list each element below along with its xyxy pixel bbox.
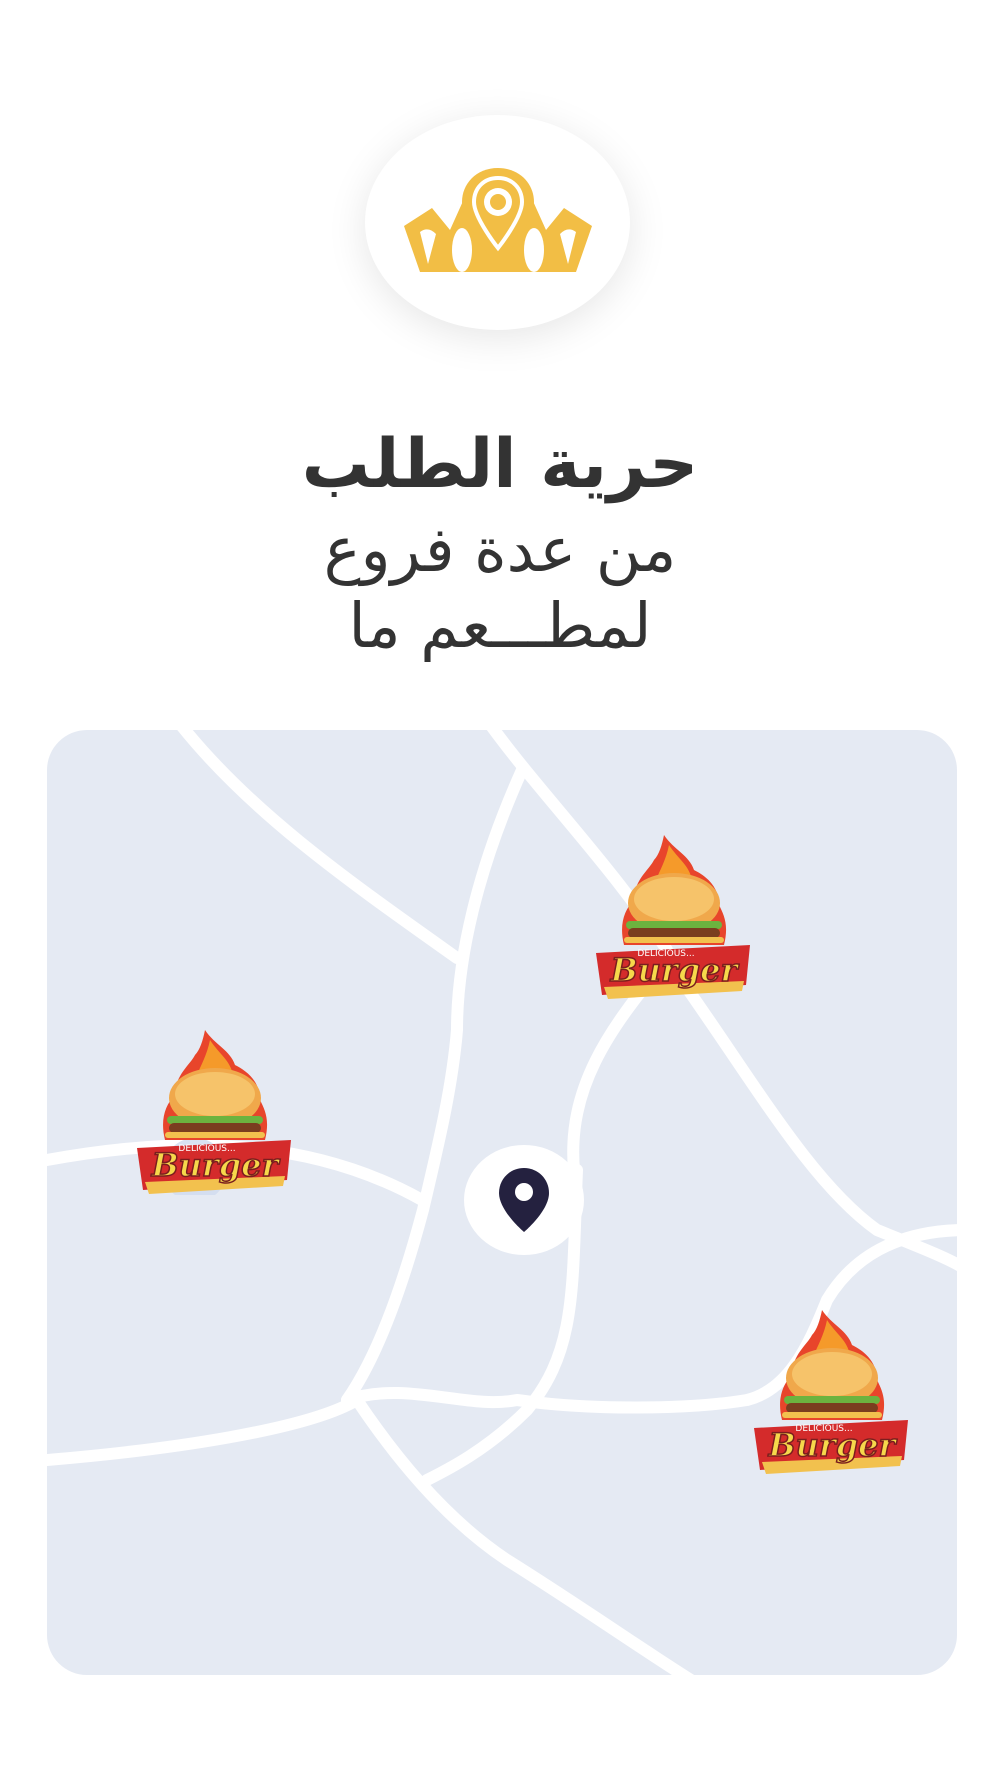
marker-brand-text: Burger — [610, 951, 740, 989]
app-logo — [365, 115, 630, 330]
branches-map[interactable]: DELICIOUS... Burger DELICIOUS... Burger — [47, 730, 957, 1675]
restaurant-marker-1[interactable]: DELICIOUS... Burger — [594, 835, 754, 1000]
marker-brand-text: Burger — [151, 1146, 281, 1184]
headline-line-2: من عدة فروع — [323, 513, 677, 586]
current-location-marker[interactable] — [464, 1145, 584, 1255]
burger-logo-icon: DELICIOUS... Burger — [596, 835, 750, 999]
crown-pin-icon — [403, 167, 592, 272]
headline-title: حرية الطلب — [301, 425, 699, 504]
burger-logo-icon: DELICIOUS... Burger — [137, 1030, 291, 1195]
burger-logo-icon: DELICIOUS... Burger — [754, 1310, 908, 1474]
restaurant-marker-3[interactable]: DELICIOUS... Burger — [752, 1310, 912, 1475]
location-pin-icon — [499, 1168, 549, 1232]
headline-line-3: لمطـــعم ما — [348, 589, 652, 662]
onboarding-screen: حرية الطلب من عدة فروع لمطـــعم ما DELIC… — [0, 0, 1000, 1778]
restaurant-marker-2[interactable]: DELICIOUS... Burger — [135, 1030, 295, 1195]
marker-brand-text: Burger — [768, 1426, 898, 1464]
